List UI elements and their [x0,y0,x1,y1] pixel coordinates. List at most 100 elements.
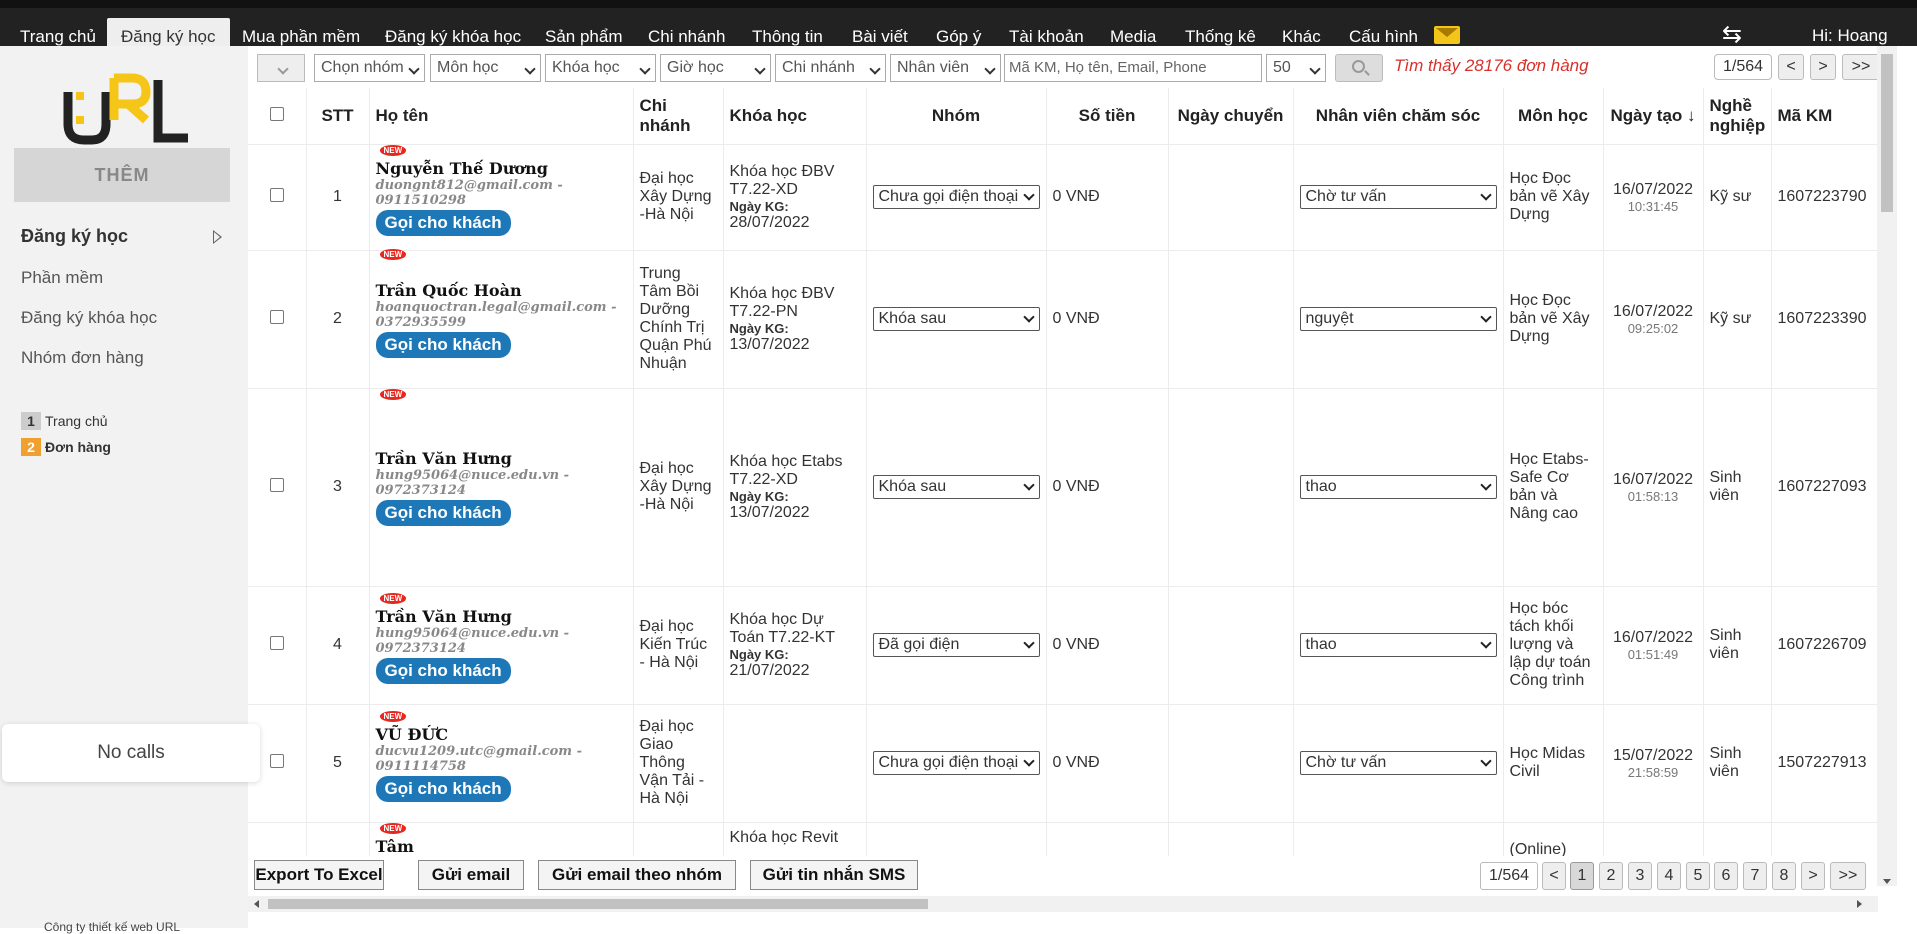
call-customer-button[interactable]: Gọi cho khách [375,209,511,236]
scroll-down-icon[interactable] [1883,879,1891,884]
search-input[interactable]: Mã KM, Họ tên, Email, Phone [1004,54,1262,82]
customer-name[interactable]: NEW Trần Quốc Hoàn [376,248,627,300]
select-all-cell [248,88,307,145]
sidebar-link-nhom-don-hang[interactable]: Nhóm đơn hàng [21,348,144,368]
staff-select[interactable]: thao [1299,475,1497,499]
col-promo[interactable]: Mã KM [1771,88,1877,145]
customer-name[interactable]: NEW Trần Văn Hưng [376,592,627,626]
col-subject[interactable]: Môn học [1503,88,1604,145]
customer-name[interactable]: NEW VŨ ĐỨC [376,710,627,744]
vertical-scroll-thumb[interactable] [1881,54,1893,212]
page-indicator[interactable]: 1/564 [1714,54,1772,80]
sidebar-link-dang-ky-khoa-hoc[interactable]: Đăng ký khóa học [21,308,157,328]
call-customer-button[interactable]: Gọi cho khách [375,331,511,358]
send-sms-button[interactable]: Gửi tin nhắn SMS [750,860,918,890]
page-8-button[interactable]: 8 [1772,862,1796,890]
row-checkbox[interactable] [269,309,284,324]
call-customer-button[interactable]: Gọi cho khách [375,499,511,526]
sidebar-item-dang-ky-hoc[interactable]: Đăng ký học [21,226,128,247]
page-1-button[interactable]: 1 [1570,862,1594,890]
col-group[interactable]: Nhóm [866,88,1047,145]
page-2-button[interactable]: 2 [1599,862,1623,890]
sidebar-link-phan-mem[interactable]: Phần mềm [21,268,103,288]
col-name[interactable]: Họ tên [369,88,634,145]
col-course[interactable]: Khóa học [723,88,867,145]
row-checkbox[interactable] [269,187,284,202]
scroll-left-icon[interactable] [254,900,259,908]
vertical-scrollbar[interactable] [1877,46,1897,886]
expand-arrow-icon[interactable] [213,230,222,244]
col-branch[interactable]: Chi nhánh [633,88,724,145]
page-6-button[interactable]: 6 [1714,862,1738,890]
group-select[interactable]: Khóa sau [872,307,1040,331]
group-select[interactable]: Chưa gọi điện thoại [872,185,1040,209]
bulk-action-dropdown[interactable] [257,54,305,82]
col-transfer-date[interactable]: Ngày chuyển [1168,88,1294,145]
row-created: 15/07/2022 21:58:59 [1603,704,1704,823]
send-email-button[interactable]: Gửi email [418,860,524,890]
mail-icon[interactable] [1434,26,1460,44]
call-customer-button[interactable]: Gọi cho khách [375,657,511,684]
row-stt: 3 [306,388,370,587]
new-badge: NEW [379,822,407,834]
col-amount[interactable]: Số tiền [1046,88,1169,145]
prev-page-button-bottom[interactable]: < [1542,862,1566,890]
search-button[interactable] [1335,54,1383,82]
user-greeting[interactable]: Hi: Hoang [1812,26,1888,46]
next-page-button-bottom[interactable]: > [1801,862,1825,890]
row-job [1703,822,1772,856]
page-4-button[interactable]: 4 [1657,862,1681,890]
row-checkbox[interactable] [269,753,284,768]
group-select[interactable]: Đã gọi điện [872,633,1040,657]
export-excel-button[interactable]: Export To Excel [254,860,384,890]
row-stt: 1 [306,144,370,251]
row-group [866,822,1047,856]
horizontal-scroll-thumb[interactable] [268,899,928,909]
staff-select[interactable]: Chờ tư vấn [1299,751,1497,775]
hour-filter[interactable]: Giờ học [660,54,771,82]
staff-select[interactable]: thao [1299,633,1497,657]
branch-filter[interactable]: Chi nhánh [775,54,886,82]
course-filter[interactable]: Khóa học [545,54,656,82]
customer-name[interactable]: NEW Trần Văn Hưng [376,388,627,468]
breadcrumb-orders[interactable]: 2 Đơn hàng [21,438,111,456]
row-promo: 1507227913 [1771,704,1877,823]
col-stt[interactable]: STT [306,88,370,145]
group-filter[interactable]: Chọn nhóm [314,54,425,82]
customer-name[interactable]: NEW Nguyễn Thế Dương [376,144,627,178]
next-page-button[interactable]: > [1810,54,1836,80]
group-select[interactable]: Chưa gọi điện thoại [872,751,1040,775]
row-checkbox[interactable] [269,477,284,492]
add-button[interactable]: THÊM [14,148,230,202]
customer-name[interactable]: NEW Tâm [376,822,627,856]
customer-phone: 0972373124 [375,640,466,656]
send-group-email-button[interactable]: Gửi email theo nhóm [538,860,736,890]
row-group: Khóa sau [866,388,1047,587]
prev-page-button[interactable]: < [1778,54,1804,80]
col-created[interactable]: Ngày tạo ↓ [1603,88,1704,145]
breadcrumb-home[interactable]: 1 Trang chủ [21,412,108,430]
col-job[interactable]: Nghề nghiệp [1703,88,1772,145]
refresh-icon[interactable]: ⇆ [1722,20,1742,49]
per-page-select[interactable]: 50 [1266,54,1326,82]
last-page-button[interactable]: >> [1842,54,1880,80]
row-staff: thao [1293,388,1504,587]
staff-filter[interactable]: Nhân viên [890,54,1001,82]
col-staff[interactable]: Nhân viên chăm sóc [1293,88,1504,145]
row-checkbox[interactable] [269,635,284,650]
scroll-right-icon[interactable] [1857,900,1862,908]
group-select[interactable]: Khóa sau [872,475,1040,499]
page-7-button[interactable]: 7 [1743,862,1767,890]
new-badge: NEW [379,248,407,260]
page-indicator-bottom[interactable]: 1/564 [1480,862,1538,890]
horizontal-scrollbar[interactable] [248,896,1878,912]
page-3-button[interactable]: 3 [1628,862,1652,890]
select-all-checkbox[interactable] [269,106,284,121]
url-logo[interactable] [62,72,190,146]
staff-select[interactable]: Chờ tư vấn [1299,185,1497,209]
last-page-button-bottom[interactable]: >> [1830,862,1866,890]
call-customer-button[interactable]: Gọi cho khách [375,775,511,802]
page-5-button[interactable]: 5 [1686,862,1710,890]
subject-filter[interactable]: Môn học [430,54,541,82]
staff-select[interactable]: nguyệt [1299,307,1497,331]
